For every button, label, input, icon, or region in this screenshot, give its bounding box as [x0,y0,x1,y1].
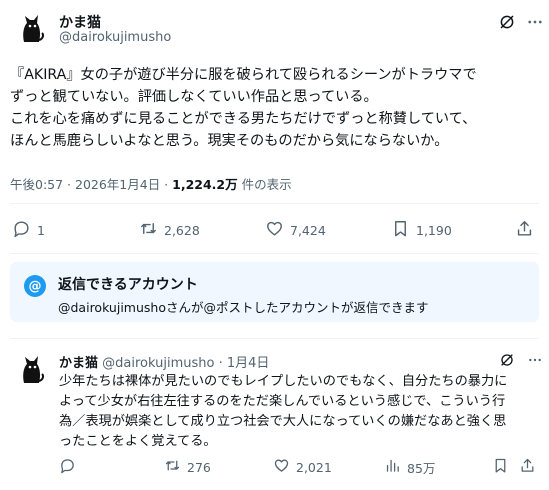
post-text: 『AKIRA』女の子が遊び半分に服を破られて殴られるシーンがトラウマで ずっと観… [10,64,545,152]
share-button[interactable] [515,219,534,241]
avatar[interactable] [10,9,50,49]
post-text-line: 『AKIRA』女の子が遊び半分に服を破られて殴られるシーンがトラウマで [10,67,477,83]
reply-text: 少年たちは裸体が見たいのでもレイプしたいのでもなく、自分たちの暴力に よって少女… [59,372,545,452]
bookmark-button[interactable]: 1,190 [391,219,452,241]
repost-button[interactable]: 276 [164,457,211,477]
post-text-line: これを心を痛めずに見ることができる男たちだけでずっと称賛していて、 [10,111,477,127]
separator: · [218,356,223,371]
display-name[interactable]: かま猫 [59,12,101,32]
reply-display-name[interactable]: かま猫 [59,356,98,371]
reply-restriction-notice: @ 返信できるアカウント @dairokujimushoさんが@ポストしたアカウ… [10,262,539,322]
reply-button[interactable]: 1 [12,219,45,241]
post-meta: 午後0:57 · 2026年1月4日 · 1,224.2万 件の表示 [10,174,292,193]
repost-count: 276 [187,459,211,475]
bookmark-count: 1,190 [416,222,452,238]
repost-button[interactable]: 2,628 [139,219,200,241]
divider [10,203,539,204]
like-count: 7,424 [290,222,326,238]
divider [10,338,539,339]
notice-text: @dairokujimushoさんが@ポストしたアカウントが返信できます [58,300,429,315]
views-count: 85万 [407,460,436,476]
notice-title: 返信できるアカウント [58,277,198,293]
reply-text-line: ったことをよく覚えてる。 [59,434,217,449]
views-button[interactable]: 85万 [384,457,435,477]
reply-text-line: 為／表現が娯楽として成り立つ社会で大人になっていくの嫌だなあと強く思 [59,414,507,429]
reply-icon [59,457,76,477]
reply-handle[interactable]: @dairokujimusho [102,356,214,371]
reply-header: かま猫 @dairokujimusho · 1月4日 [59,352,269,371]
reply-avatar[interactable] [10,350,50,390]
view-count: 1,224.2万 [172,177,238,192]
reply-button[interactable] [59,457,82,477]
like-count: 2,021 [296,459,332,475]
grok-icon[interactable] [497,350,517,370]
reply-text-line: よって少女が右往左往するのをただ楽しんでいるという感じで、こういう行 [59,394,506,409]
share-icon [515,219,534,241]
repost-count: 2,628 [164,222,200,238]
divider [10,253,539,254]
post-text-line: ずっと観ていない。評価しなくていい作品と思っている。 [10,89,378,105]
like-icon [273,457,290,477]
bookmark-icon [391,219,410,241]
user-handle[interactable]: @dairokujimusho [59,30,171,45]
post-timestamp[interactable]: 午後0:57 · 2026年1月4日 · [10,177,172,192]
views-icon [384,457,401,477]
reply-count: 1 [37,222,45,238]
like-button[interactable]: 7,424 [265,219,326,241]
repost-icon [139,219,158,241]
share-button[interactable] [519,457,536,477]
grok-icon[interactable] [497,12,517,32]
more-icon[interactable] [525,350,545,370]
like-icon [265,219,284,241]
reply-text-line: 少年たちは裸体が見たいのでもレイプしたいのでもなく、自分たちの暴力に [59,374,508,389]
reply-date[interactable]: 1月4日 [227,356,270,371]
at-sign-icon: @ [24,275,46,297]
more-icon[interactable] [525,12,545,32]
repost-icon [164,457,181,477]
view-count-suffix: 件の表示 [237,177,292,192]
bookmark-icon [492,457,509,477]
share-icon [519,457,536,477]
post-text-line: ほんと馬鹿らしいよなと思う。現実そのものだから気にならないか。 [10,133,449,149]
like-button[interactable]: 2,021 [273,457,332,477]
bookmark-button[interactable] [492,457,509,477]
reply-icon [12,219,31,241]
